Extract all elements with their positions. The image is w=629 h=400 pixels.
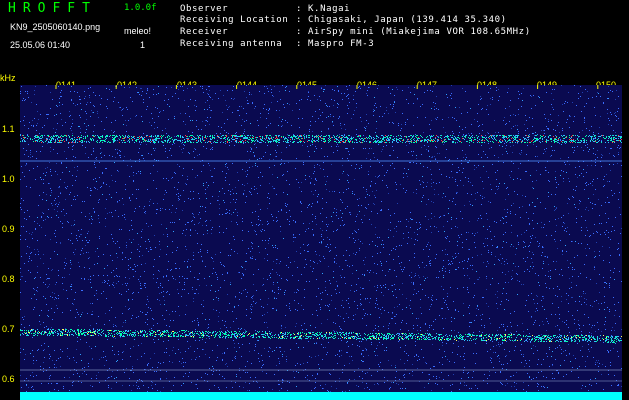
y-tick-0-9: 0.9 [2, 224, 15, 234]
y-axis-unit: kHz [0, 73, 16, 83]
observer-value: : K.Nagai [296, 4, 351, 14]
meleo-label: meleo! [124, 26, 152, 36]
location-value: : Chigasaki, Japan (139.414 35.340) [296, 15, 507, 25]
antenna-value: : Maspro FM-3 [296, 39, 375, 49]
meleo-value: 1 [140, 40, 146, 50]
y-tick-0-8: 0.8 [2, 274, 15, 284]
spectrogram-plot [20, 85, 622, 400]
y-tick-1-1: 1.1 [2, 124, 15, 134]
spectrogram-canvas [20, 85, 622, 400]
capture-datetime: 25.05.06 01:40 [10, 40, 71, 50]
app-logo: HROFFT [8, 1, 97, 16]
version-label: 1.0.0f [124, 3, 157, 13]
file-name: KN9_2505060140.png [10, 22, 101, 32]
y-tick-0-6: 0.6 [2, 374, 15, 384]
y-tick-1-0: 1.0 [2, 174, 15, 184]
y-tick-0-7: 0.7 [2, 324, 15, 334]
receiver-label: Receiver [180, 27, 229, 37]
antenna-label: Receiving antenna [180, 39, 283, 49]
location-label: Receiving Location [180, 15, 289, 25]
receiver-value: : AirSpy mini (Miakejima VOR 108.65MHz) [296, 27, 531, 37]
observer-label: Observer [180, 4, 229, 14]
